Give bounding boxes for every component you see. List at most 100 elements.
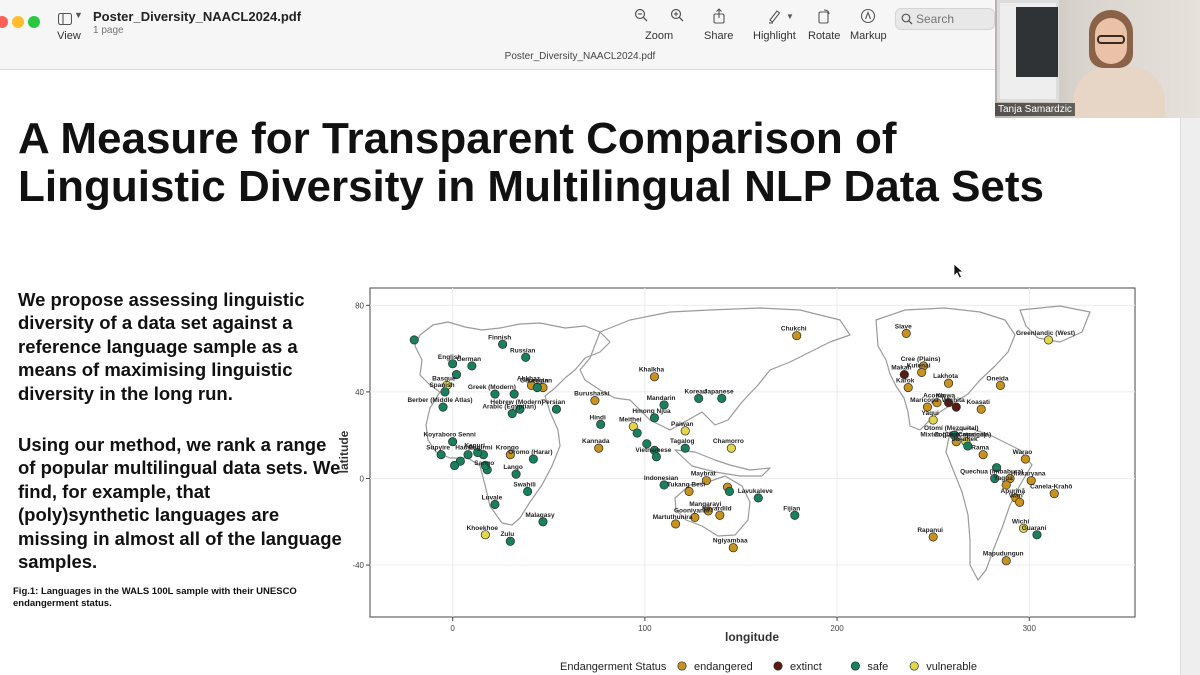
legend-label: extinct	[790, 661, 822, 673]
language-label: Burushaski	[574, 391, 610, 398]
view-button[interactable]: View	[52, 8, 90, 46]
language-label: Meithei	[619, 417, 642, 424]
language-label: Jakaltek	[952, 436, 978, 443]
language-label: Martuthunira	[653, 514, 693, 521]
rotate-icon	[808, 8, 840, 26]
language-point	[632, 428, 642, 438]
language-point	[528, 454, 538, 464]
language-point	[490, 499, 500, 509]
language-point	[409, 335, 419, 345]
language-label: Kannada	[582, 438, 610, 445]
language-label: Russian	[510, 347, 535, 354]
language-point	[1032, 530, 1042, 540]
chart-legend: Endangerment Status endangered extinct safe…	[560, 661, 977, 673]
language-point	[724, 486, 734, 497]
language-label: Luvale	[482, 494, 503, 501]
minimize-window-button[interactable]	[12, 16, 24, 28]
share-button[interactable]: Share	[704, 8, 733, 42]
search-field[interactable]	[895, 8, 995, 30]
language-point	[463, 450, 473, 460]
language-label: Warao	[1013, 449, 1033, 456]
legend-marker	[773, 661, 783, 671]
language-point	[1015, 497, 1025, 507]
language-point	[715, 510, 725, 520]
language-point	[532, 383, 542, 393]
sidebar-icon	[57, 12, 73, 30]
zoom-out-button[interactable]	[634, 8, 648, 26]
y-tick-label: 40	[355, 388, 364, 397]
language-point	[538, 517, 548, 527]
language-label: Berber (Middle Atlas)	[407, 397, 472, 404]
highlight-label: Highlight	[753, 30, 796, 42]
zoom-in-button[interactable]	[670, 8, 684, 26]
highlight-menu-chevron-icon[interactable]: ▼	[786, 12, 794, 21]
language-point	[480, 530, 490, 540]
language-point	[978, 450, 988, 460]
language-point	[523, 486, 533, 497]
language-label: Khoekhoe	[467, 525, 499, 532]
language-map-chart: 0 100 200 300 -40 0 40 80 Finnish Russian Chukchi…	[337, 287, 1136, 673]
language-point	[509, 389, 519, 399]
language-point	[976, 404, 986, 414]
y-axis-label: latitude	[337, 430, 351, 473]
legend-marker	[677, 661, 687, 671]
legend-marker	[850, 661, 860, 671]
mouse-cursor-icon	[953, 263, 965, 284]
window-edge	[1180, 118, 1200, 675]
language-point	[511, 469, 521, 479]
language-label: Tukang Besi	[667, 481, 705, 488]
language-point	[438, 402, 448, 412]
y-tick-label: -40	[352, 561, 364, 570]
wall-picture	[997, 0, 1059, 102]
language-point	[498, 339, 508, 349]
language-label: Slave	[895, 323, 912, 330]
language-point	[790, 510, 800, 520]
language-point	[728, 543, 738, 553]
view-label: View	[57, 30, 81, 42]
language-label: Lakhota	[933, 373, 958, 380]
participant-glasses	[1097, 35, 1125, 44]
language-point	[717, 393, 727, 403]
chevron-down-icon[interactable]: ▼	[74, 10, 83, 20]
document-title: Poster_Diversity_NAACL2024.pdf	[93, 9, 302, 24]
language-label: Guaraní	[1022, 525, 1047, 532]
language-label: German	[457, 356, 482, 363]
y-tick-label: 80	[355, 301, 364, 310]
language-point	[448, 359, 458, 369]
language-label: Hixkaryana	[1011, 471, 1046, 478]
rotate-button[interactable]: Rotate	[808, 8, 840, 42]
search-input[interactable]	[916, 11, 992, 27]
language-label: Lango	[503, 464, 523, 471]
language-point	[596, 419, 606, 429]
language-label: Canela-Krahô	[1030, 484, 1072, 491]
language-point	[928, 415, 938, 425]
language-point	[680, 426, 690, 436]
language-label: Rama	[971, 445, 989, 452]
participant-video[interactable]: Tanja Samardzic	[995, 0, 1200, 118]
language-label: Mandarin	[647, 395, 676, 402]
x-tick-label: 100	[638, 624, 652, 633]
fullscreen-window-button[interactable]	[28, 16, 40, 28]
page-count: 1 page	[93, 25, 124, 36]
language-point	[594, 443, 604, 453]
language-label: Koasati	[966, 399, 990, 406]
language-point	[928, 532, 938, 542]
language-point	[995, 380, 1006, 390]
language-label: Georgian	[520, 378, 549, 385]
language-point	[1001, 556, 1011, 566]
language-label: Maricopa	[910, 397, 939, 404]
language-label: Koyraboro Senni	[423, 432, 476, 439]
language-point	[590, 396, 600, 406]
language-point	[649, 413, 660, 423]
markup-button[interactable]: Markup	[850, 8, 887, 42]
language-point	[651, 452, 661, 462]
close-window-button[interactable]	[0, 16, 8, 28]
language-label: Yaqui	[922, 410, 940, 417]
zoom-label: Zoom	[645, 30, 674, 42]
x-tick-label: 0	[450, 624, 455, 633]
language-label: Finnish	[488, 334, 511, 341]
language-label: Hausa	[455, 445, 475, 452]
legend-label: safe	[867, 661, 888, 673]
language-point	[903, 383, 913, 393]
language-label: Supyire	[426, 445, 450, 452]
